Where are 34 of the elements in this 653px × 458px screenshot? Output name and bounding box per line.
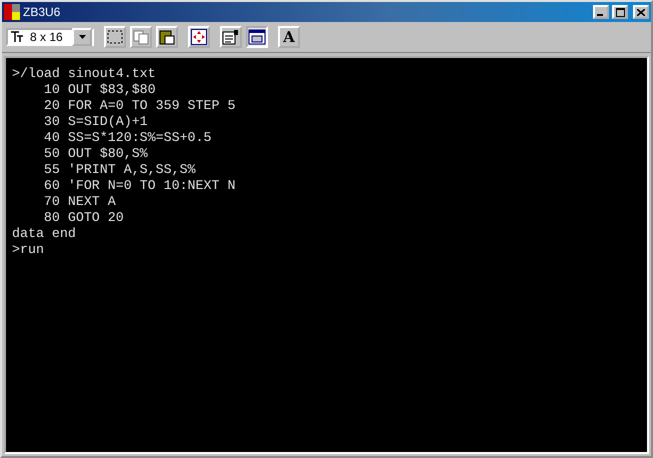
- fullscreen-button[interactable]: [188, 26, 210, 48]
- paste-button[interactable]: [156, 26, 178, 48]
- terminal-line: >run: [12, 242, 45, 258]
- terminal-line: >/load sinout4.txt: [12, 66, 157, 82]
- font-icon: [10, 31, 24, 43]
- properties-icon: [222, 29, 240, 45]
- close-button[interactable]: [633, 5, 649, 19]
- terminal-line: 60 'FOR N=0 TO 10:NEXT N: [42, 178, 236, 194]
- terminal-line: 30 S=SID(A)+1: [42, 114, 149, 130]
- font-size-dropdown[interactable]: 8 x 16: [6, 28, 94, 46]
- clipboard-icon: [159, 29, 175, 45]
- window-icon: [248, 29, 266, 45]
- minimize-button[interactable]: [593, 5, 609, 19]
- terminal-line: 50 OUT $80,S%: [42, 146, 149, 162]
- terminal-line: 80 GOTO 20: [42, 210, 125, 226]
- terminal-line: 10 OUT $83,$80: [42, 82, 157, 98]
- copy-button[interactable]: [130, 26, 152, 48]
- terminal-line: 70 NEXT A: [42, 194, 117, 210]
- copy-icon: [133, 30, 149, 44]
- font-button[interactable]: A: [278, 26, 300, 48]
- maximize-icon: [616, 8, 624, 16]
- close-icon: [637, 8, 645, 16]
- arrows-icon: [191, 29, 207, 45]
- selection-icon: [107, 30, 123, 44]
- window-button[interactable]: [246, 26, 268, 48]
- terminal-line: 55 'PRINT A,S,SS,S%: [42, 162, 197, 178]
- terminal-line: data end: [12, 226, 77, 242]
- app-logo-icon: [4, 4, 20, 20]
- terminal-line: 20 FOR A=0 TO 359 STEP 5: [42, 98, 236, 114]
- maximize-button[interactable]: [612, 5, 628, 19]
- properties-button[interactable]: [220, 26, 242, 48]
- terminal-line: 40 SS=S*120:S%=SS+0.5: [42, 130, 212, 146]
- select-button[interactable]: [104, 26, 126, 48]
- window-title: ZB3U6: [23, 5, 62, 19]
